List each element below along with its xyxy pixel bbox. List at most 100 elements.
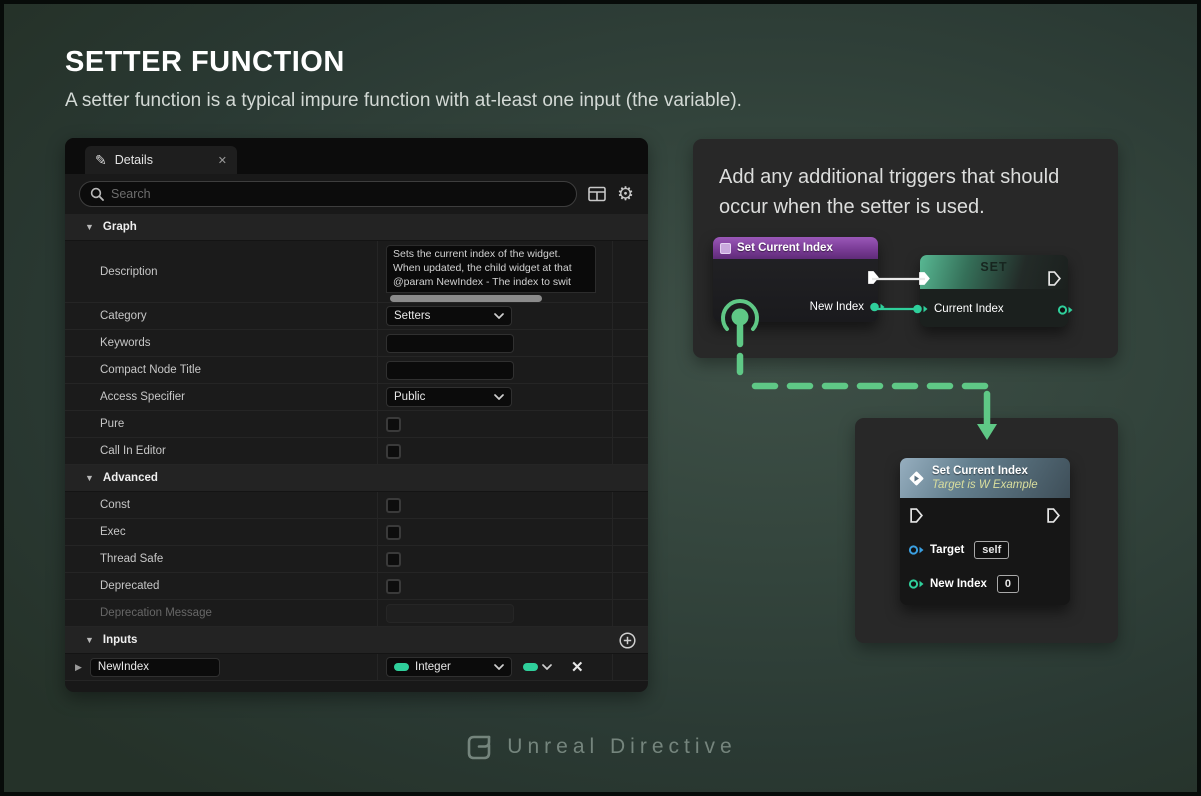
exec-out-pin[interactable] [1048, 271, 1061, 291]
description-line: @param NewIndex - The index to swit [393, 276, 589, 290]
row-description: Description Sets the current index of th… [65, 241, 648, 303]
compact-node-title-label: Compact Node Title [65, 357, 377, 383]
new-index-out-pin-row[interactable]: New Index [810, 301, 886, 313]
node-call-title: Set Current Index [932, 464, 1038, 478]
search-input[interactable] [111, 187, 566, 201]
chevron-down-icon [542, 664, 552, 670]
row-exec: Exec [65, 519, 648, 546]
current-index-in-pin-row[interactable]: Current Index [912, 303, 1004, 315]
chevron-down-icon [494, 391, 504, 403]
deprecated-checkbox[interactable] [386, 579, 401, 594]
description-line: When updated, the child widget at that [393, 262, 589, 276]
tab-bar: ✎ Details ✕ [65, 138, 648, 174]
section-header-advanced[interactable]: ▼ Advanced [65, 465, 648, 492]
call-in-editor-checkbox[interactable] [386, 444, 401, 459]
tab-details[interactable]: ✎ Details ✕ [85, 146, 237, 174]
target-object-pin[interactable] [908, 544, 925, 556]
chevron-down-icon [494, 310, 504, 322]
current-index-pin-label: Current Index [934, 303, 1004, 315]
close-icon[interactable]: ✕ [218, 154, 227, 167]
node-set[interactable]: SET Current Index [920, 255, 1068, 327]
node-set-current-index-event[interactable]: Set Current Index New Index [713, 237, 878, 322]
thread-safe-label: Thread Safe [65, 546, 377, 572]
callout-panel: Add any additional triggers that should … [693, 139, 1118, 358]
single-value-pin-icon [523, 663, 538, 671]
section-advanced-label: Advanced [103, 472, 158, 484]
description-scrollbar[interactable] [390, 295, 542, 302]
add-input-button[interactable] [619, 632, 636, 649]
target-pin-row[interactable]: Target self [908, 541, 1009, 559]
row-thread-safe: Thread Safe [65, 546, 648, 573]
access-specifier-value: Public [394, 391, 425, 403]
target-value-box[interactable]: self [974, 541, 1009, 559]
search-box[interactable] [79, 181, 577, 207]
expand-arrow-icon[interactable]: ▶ [75, 662, 82, 673]
deprecated-label: Deprecated [65, 573, 377, 599]
integer-pin-icon [394, 663, 409, 671]
row-call-in-editor: Call In Editor [65, 438, 648, 465]
container-type-dropdown[interactable] [523, 663, 552, 671]
search-icon [90, 187, 104, 201]
row-deprecated: Deprecated [65, 573, 648, 600]
section-graph-label: Graph [103, 221, 137, 233]
exec-out-pin[interactable] [1047, 508, 1060, 528]
exec-in-pin[interactable] [918, 271, 931, 291]
compact-node-title-input[interactable] [386, 361, 514, 380]
thread-safe-checkbox[interactable] [386, 552, 401, 567]
node-event-header: Set Current Index [713, 237, 878, 259]
description-textarea[interactable]: Sets the current index of the widget. Wh… [386, 245, 596, 293]
deprecation-message-label: Deprecation Message [65, 600, 377, 626]
call-in-editor-label: Call In Editor [65, 438, 377, 464]
row-keywords: Keywords [65, 330, 648, 357]
row-compact-node-title: Compact Node Title [65, 357, 648, 384]
keywords-label: Keywords [65, 330, 377, 356]
input-name-field[interactable]: NewIndex [90, 658, 220, 677]
category-value: Setters [394, 310, 430, 322]
row-pure: Pure [65, 411, 648, 438]
collapse-arrow-icon: ▼ [85, 635, 94, 645]
pure-label: Pure [65, 411, 377, 437]
section-header-inputs[interactable]: ▼ Inputs [65, 627, 648, 654]
input-type-dropdown[interactable]: Integer [386, 657, 512, 677]
access-specifier-dropdown[interactable]: Public [386, 387, 512, 407]
row-deprecation-message: Deprecation Message [65, 600, 648, 627]
row-access-specifier: Access Specifier Public [65, 384, 648, 411]
category-dropdown[interactable]: Setters [386, 306, 512, 326]
new-index-pin-label: New Index [810, 301, 864, 313]
settings-gear-icon[interactable]: ⚙ [617, 185, 634, 204]
exec-checkbox[interactable] [386, 525, 401, 540]
exec-in-pin[interactable] [910, 508, 923, 528]
remove-input-button[interactable]: ✕ [571, 658, 584, 676]
function-diamond-icon [908, 470, 925, 487]
integer-in-pin[interactable] [912, 303, 929, 315]
exec-out-pin[interactable] [867, 270, 880, 290]
pure-checkbox[interactable] [386, 417, 401, 432]
pencil-icon: ✎ [95, 153, 107, 167]
row-category: Category Setters [65, 303, 648, 330]
node-set-current-index-call[interactable]: Set Current Index Target is W Example Ta… [900, 458, 1070, 605]
exec-label: Exec [65, 519, 377, 545]
const-label: Const [65, 492, 377, 518]
result-panel: Set Current Index Target is W Example Ta… [855, 418, 1118, 643]
new-index-value-box[interactable]: 0 [997, 575, 1019, 593]
keywords-input[interactable] [386, 334, 514, 353]
section-header-graph[interactable]: ▼ Graph [65, 214, 648, 241]
new-index-pin-row[interactable]: New Index 0 [908, 575, 1019, 593]
access-specifier-label: Access Specifier [65, 384, 377, 410]
footer-brand-text: Unreal Directive [507, 735, 736, 759]
new-index-integer-pin[interactable] [908, 578, 925, 590]
description-label: Description [65, 241, 377, 302]
deprecation-message-input [386, 604, 514, 623]
page-title: SETTER FUNCTION [65, 46, 345, 79]
display-filter-icon[interactable] [588, 186, 606, 202]
details-rows: ▼ Graph Description Sets the current ind… [65, 214, 648, 681]
row-input-newindex: ▶ NewIndex Integer ✕ [65, 654, 648, 681]
new-index-pin-label: New Index [930, 578, 987, 590]
const-checkbox[interactable] [386, 498, 401, 513]
integer-out-pin[interactable] [869, 301, 886, 313]
value-out-pin[interactable] [1057, 303, 1074, 321]
node-call-subtitle: Target is W Example [932, 478, 1038, 492]
chevron-down-icon [494, 661, 504, 673]
collapse-arrow-icon: ▼ [85, 222, 94, 232]
input-type-value: Integer [415, 661, 451, 673]
